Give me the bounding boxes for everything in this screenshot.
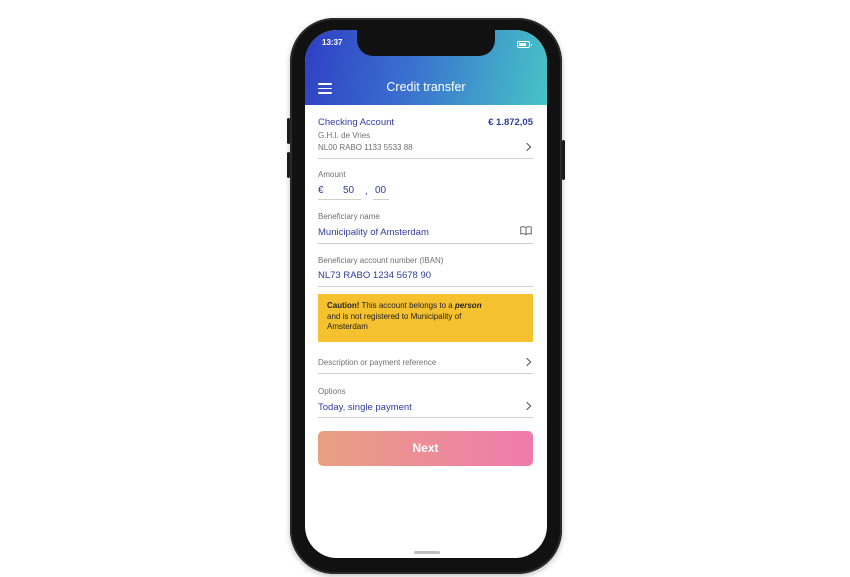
beneficiary-name-input[interactable]: Municipality of Amsterdam: [318, 227, 429, 238]
amount-currency: €: [318, 185, 324, 196]
divider: [318, 417, 533, 418]
caution-text: This account belongs to a: [359, 301, 455, 310]
caution-line-1: Caution! This account belongs to a perso…: [327, 301, 524, 312]
amount-whole-input[interactable]: 50: [343, 185, 354, 196]
caution-emphasis: person: [454, 301, 482, 310]
status-time: 13:37: [322, 38, 343, 47]
caution-line-2: and is not registered to Municipality of: [327, 311, 462, 321]
account-holder: G.H.I. de Vries: [318, 131, 371, 140]
description-row[interactable]: Description or payment reference: [305, 352, 547, 374]
account-iban: NL00 RABO 1133 5533 88: [318, 143, 413, 152]
address-book-icon[interactable]: [520, 226, 532, 235]
account-selector[interactable]: Checking Account € 1.872,05 G.H.I. de Vr…: [305, 114, 547, 158]
phone-screen: 13:37 Credit transfer Checking Account €…: [305, 30, 547, 558]
amount-separator: ,: [365, 186, 368, 197]
options-row[interactable]: Options Today, single payment: [305, 384, 547, 418]
beneficiary-iban-input[interactable]: NL73 RABO 1234 5678 90: [318, 270, 431, 281]
phone-side-button: [562, 140, 565, 180]
phone-side-button: [287, 118, 290, 144]
beneficiary-name-label: Beneficiary name: [318, 212, 380, 221]
phone-notch: [357, 30, 495, 56]
account-name: Checking Account: [318, 117, 395, 128]
divider: [318, 286, 533, 287]
amount-cents-underline: [373, 199, 389, 200]
options-label: Options: [318, 387, 346, 396]
amount-cents-input[interactable]: 00: [375, 185, 386, 196]
account-balance: € 1.872,05: [488, 117, 533, 128]
next-button[interactable]: Next: [318, 431, 533, 466]
caution-title: Caution!: [327, 301, 360, 310]
amount-whole-underline: [318, 199, 361, 200]
battery-icon: [517, 41, 532, 48]
chevron-right-icon: [522, 357, 532, 367]
phone-side-button: [287, 152, 290, 178]
caution-line-3: Amsterdam: [327, 322, 368, 331]
caution-banner: Caution! This account belongs to a perso…: [318, 294, 533, 342]
chevron-right-icon: [522, 142, 532, 152]
options-value: Today, single payment: [318, 402, 412, 413]
chevron-right-icon: [522, 401, 532, 411]
divider: [318, 158, 533, 159]
divider: [318, 373, 533, 374]
beneficiary-iban-label: Beneficiary account number (IBAN): [318, 256, 444, 265]
amount-label: Amount: [318, 170, 346, 179]
home-indicator: [414, 551, 440, 554]
description-label: Description or payment reference: [318, 358, 437, 367]
page-title: Credit transfer: [386, 80, 466, 94]
divider: [318, 243, 533, 244]
